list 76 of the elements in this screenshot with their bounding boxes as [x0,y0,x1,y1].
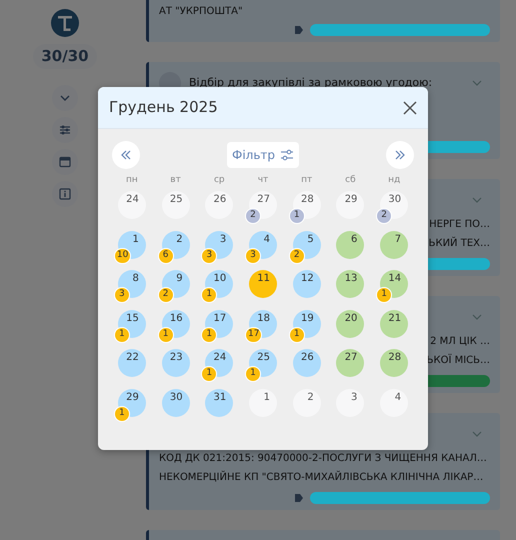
day-cell[interactable]: 29 [336,191,364,219]
count-badge: 2 [288,248,305,264]
weekday-label: сб [345,175,356,185]
count-badge: 1 [288,208,305,224]
count-badge: 1 [201,287,218,303]
day-cell[interactable]: 23 [162,349,190,377]
day-cell[interactable]: 28 [380,349,408,377]
info-icon [58,186,72,200]
count-badge: 1 [114,326,130,342]
day-cell[interactable]: 31 [205,388,234,416]
double-chevron-right-icon [394,149,406,161]
day-cell[interactable]: 11 [248,270,277,298]
filter-button[interactable] [52,116,78,142]
close-button[interactable] [402,100,418,116]
day-cell[interactable]: 2 [292,388,321,416]
next-month-button[interactable] [386,141,414,169]
previous-month-button[interactable] [112,141,140,169]
sliders-icon [58,122,72,136]
count-badge: 10 [114,248,132,264]
counter: 30/30 [33,44,97,68]
dialog-title: Грудень 2025 [109,97,218,118]
day-cell[interactable]: 13 [336,270,364,298]
count-badge: 1 [158,326,174,342]
expand-button[interactable] [52,84,78,110]
day-cell[interactable]: 7 [380,230,408,258]
count-badge: 1 [201,366,218,382]
count-badge: 3 [244,248,261,264]
weekday-label: пт [301,175,312,185]
day-cell[interactable]: 24 [118,191,146,219]
day-cell[interactable]: 21 [380,310,408,338]
calendar-icon [58,154,72,168]
count-badge: 1 [201,326,218,342]
logo-icon [50,8,80,38]
count-badge: 2 [158,287,174,303]
card-text: КОД ДК 021:2015: 90470000-2-ПОСЛУГИ З ЧИЩЕННЯ КАНАЛ… [159,452,488,466]
count-badge: 1 [376,287,392,303]
sliders-icon [280,148,294,162]
day-cell[interactable]: 25 [162,191,190,219]
close-icon [402,100,418,116]
tag-icon [294,493,304,503]
filter-button[interactable]: Фільтр [226,142,299,168]
day-cell[interactable]: 6 [336,230,364,258]
day-cell[interactable]: 4 [380,388,408,416]
day-cell[interactable]: 1 [248,388,277,416]
count-badge: 6 [158,248,174,264]
card-title: Відбір для закупівлі за рамковою угодою: [189,74,434,91]
tag-icon [294,25,304,35]
card-text: 2 МЛ ЦІК … [430,335,490,349]
day-cell[interactable]: 20 [336,310,364,338]
card-text: НЕКОМЕРЦІЙНЕ КП "СВЯТО-МИХАЙЛІВСЬКА КЛІНІЧНА ЛІКАР… [159,470,484,485]
day-cell[interactable]: 26 [205,191,234,219]
weekday-label: нд [388,175,400,185]
day-cell[interactable]: 27 [336,349,364,377]
count-badge: 1 [244,366,261,382]
count-badge: 3 [114,287,130,303]
weekday-label: ср [214,175,225,185]
count-badge: 1 [114,406,130,422]
weekday-label: пн [126,175,138,185]
day-cell[interactable]: 3 [336,388,364,416]
day-cell[interactable]: 22 [118,349,146,377]
count-badge: 1 [288,326,305,342]
count-badge: 2 [376,208,392,224]
day-cell[interactable]: 30 [162,388,190,416]
count-badge: 17 [244,326,262,342]
double-chevron-left-icon [120,149,132,161]
day-cell[interactable]: 26 [292,349,321,377]
info-button[interactable] [52,180,78,206]
card-text: ЬКИЙ ТЕХ… [428,236,490,251]
weekday-label: вт [170,175,181,185]
card-text: НЕРГЕ ПО… [429,218,490,232]
weekday-label: чт [258,175,268,185]
card-text: АТ "УКРПОШТА" [159,5,244,19]
count-badge: 2 [244,208,261,224]
count-badge: 3 [201,248,218,264]
calendar-button[interactable] [52,148,78,174]
day-cell[interactable]: 12 [292,270,321,298]
